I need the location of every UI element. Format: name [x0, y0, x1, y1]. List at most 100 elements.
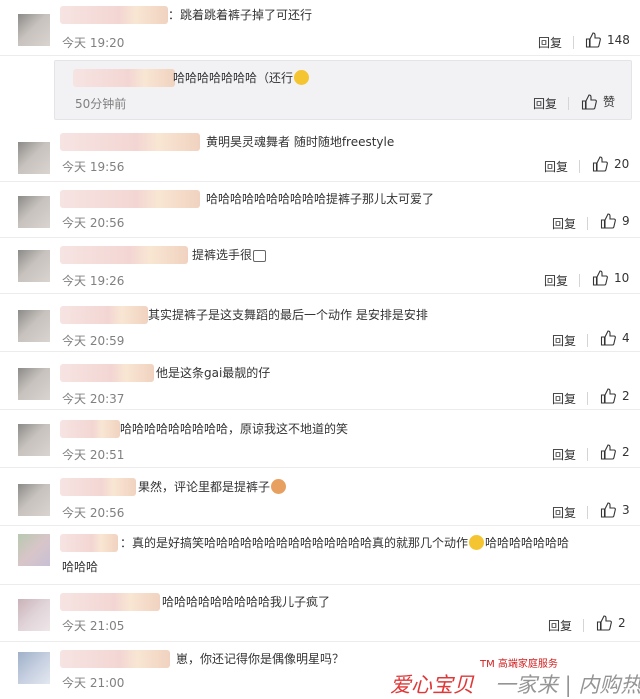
- thumbs-up-icon: [600, 330, 616, 346]
- like-label: 赞: [603, 95, 616, 109]
- comment-item: 他是这条gai最靓的仔 今天 20:37 回复 2: [0, 352, 640, 410]
- comment-time: 今天 19:26: [62, 274, 125, 288]
- avatar[interactable]: [18, 196, 50, 228]
- like-button[interactable]: 148: [585, 32, 630, 48]
- username[interactable]: [60, 593, 160, 611]
- watermark-tagline: 一家来 | 内购热点: [495, 673, 640, 697]
- thumbs-up-icon: [600, 502, 616, 518]
- comment-item: 哈哈哈哈哈哈哈哈哈我儿子疯了 今天 21:05 回复 2: [0, 584, 640, 642]
- username[interactable]: [60, 534, 118, 552]
- username[interactable]: [60, 190, 200, 208]
- reply-thread: 哈哈哈哈哈哈哈（还行 50分钟前 回复 赞: [54, 60, 632, 120]
- avatar[interactable]: [18, 534, 50, 566]
- comment-item: 黄明昊灵魂舞者 随时随地freestyle 今天 19:56 回复 20: [0, 124, 640, 182]
- reply-button[interactable]: 回复: [548, 617, 572, 634]
- username[interactable]: [60, 364, 154, 382]
- like-button[interactable]: 2: [600, 388, 630, 404]
- thumbs-up-icon: [585, 32, 601, 48]
- reply-button[interactable]: 回复: [552, 215, 576, 232]
- avatar[interactable]: [18, 250, 50, 282]
- avatar[interactable]: [18, 652, 50, 684]
- reply-button[interactable]: 回复: [552, 446, 576, 463]
- avatar[interactable]: [18, 310, 50, 342]
- like-count: 4: [622, 331, 630, 345]
- reply-button[interactable]: 回复: [552, 390, 576, 407]
- reply-button[interactable]: 回复: [533, 95, 557, 112]
- username[interactable]: [60, 420, 120, 438]
- like-count: 20: [614, 157, 630, 171]
- thumbs-up-icon: [596, 615, 612, 631]
- comment-time: 今天 19:56: [62, 160, 125, 174]
- reply-button[interactable]: 回复: [544, 158, 568, 175]
- like-count: 2: [622, 445, 630, 459]
- like-button[interactable]: 3: [600, 502, 630, 518]
- like-button[interactable]: 2: [600, 444, 630, 460]
- comment-time: 今天 21:00: [62, 676, 125, 690]
- avatar[interactable]: [18, 14, 50, 46]
- reply-button[interactable]: 回复: [538, 34, 562, 51]
- divider: [587, 334, 588, 347]
- like-button[interactable]: 10: [592, 270, 629, 286]
- divider: [579, 160, 580, 173]
- like-button[interactable]: 20: [592, 156, 629, 172]
- reply-button[interactable]: 回复: [552, 504, 576, 521]
- avatar[interactable]: [18, 368, 50, 400]
- divider: [587, 506, 588, 519]
- divider: [583, 619, 584, 632]
- comment-time: 今天 20:59: [62, 334, 125, 348]
- like-count: 9: [622, 214, 630, 228]
- username[interactable]: [73, 69, 175, 87]
- avatar[interactable]: [18, 599, 50, 631]
- comment-item: 提裤选手很 今天 19:26 回复 10: [0, 238, 640, 294]
- like-button[interactable]: 2: [596, 615, 626, 631]
- avatar[interactable]: [18, 424, 50, 456]
- thumbs-up-icon: [600, 213, 616, 229]
- comment-item: ：跳着跳着裤子掉了可还行 今天 19:20 回复 148: [0, 0, 640, 56]
- thumbs-up-icon: [600, 388, 616, 404]
- username[interactable]: [60, 478, 136, 496]
- like-button[interactable]: 9: [600, 213, 630, 229]
- comment-text: 崽，你还记得你是偶像明星吗？: [176, 652, 345, 666]
- thumbs-up-icon: [600, 444, 616, 460]
- username[interactable]: [60, 650, 170, 668]
- comment-text: 哈哈哈哈哈哈哈（还行: [173, 69, 310, 88]
- divider: [587, 217, 588, 230]
- like-count: 3: [622, 503, 630, 517]
- thumbs-up-icon: [592, 270, 608, 286]
- comment-item: 哈哈哈哈哈哈哈哈哈哈提裤子那儿太可爱了 今天 20:56 回复 9: [0, 182, 640, 238]
- like-count: 148: [607, 33, 630, 47]
- comment-text: 哈哈哈哈哈哈哈哈哈哈提裤子那儿太可爱了: [206, 192, 435, 206]
- thumbs-up-icon: [592, 156, 608, 172]
- username[interactable]: [60, 6, 168, 24]
- comment-text: 果然，评论里都是提裤子: [138, 478, 287, 497]
- comment-item: 果然，评论里都是提裤子 今天 20:56 回复 3: [0, 468, 640, 526]
- like-button[interactable]: 赞: [581, 93, 615, 110]
- comment-item: 哈哈哈哈哈哈哈哈哈，原谅我这不地道的笑 今天 20:51 回复 2: [0, 410, 640, 468]
- watermark-tm: TM 高端家庭服务: [480, 659, 558, 670]
- comment-time: 今天 20:56: [62, 216, 125, 230]
- username[interactable]: [60, 246, 188, 264]
- emoji-icon: [271, 479, 287, 494]
- comment-time: 今天 20:56: [62, 506, 125, 520]
- avatar[interactable]: [18, 484, 50, 516]
- comment-time: 今天 20:37: [62, 392, 125, 406]
- comment-text: 其实提裤子是这支舞蹈的最后一个动作 是安排是安排: [148, 308, 428, 322]
- comment-time: 今天 20:51: [62, 448, 125, 462]
- username[interactable]: [60, 133, 200, 151]
- reply-button[interactable]: 回复: [544, 272, 568, 289]
- comment-text: ：跳着跳着裤子掉了可还行: [168, 8, 313, 22]
- comment-text: 哈哈哈哈哈哈哈哈哈，原谅我这不地道的笑: [120, 422, 349, 436]
- comment-time: 50分钟前: [75, 97, 127, 111]
- like-count: 10: [614, 271, 630, 285]
- divider: [568, 97, 569, 110]
- like-button[interactable]: 4: [600, 330, 630, 346]
- comment-time: 今天 21:05: [62, 619, 125, 633]
- emoji-icon: [469, 535, 485, 550]
- reply-button[interactable]: 回复: [552, 332, 576, 349]
- emoji-icon: [294, 70, 310, 85]
- username[interactable]: [60, 306, 148, 324]
- comment-text: 提裤选手很: [192, 246, 267, 265]
- divider: [587, 448, 588, 461]
- comment-text-line2: 哈哈哈: [62, 560, 99, 574]
- avatar[interactable]: [18, 142, 50, 174]
